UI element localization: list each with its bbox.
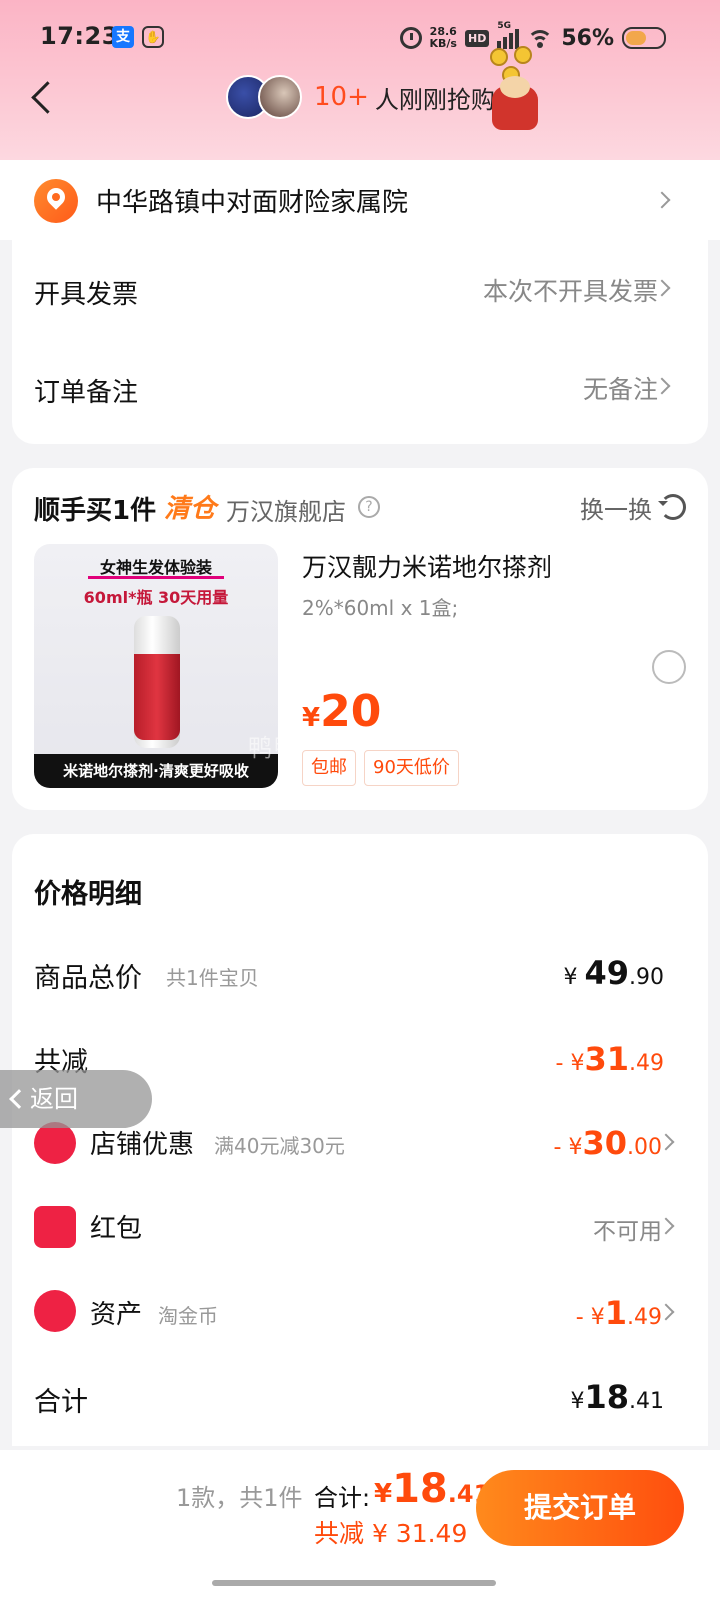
- net-speed: 28.6 KB/s: [430, 26, 457, 50]
- goods-total-amount: ¥ 49.90: [563, 954, 664, 992]
- network-type: 5G: [497, 21, 511, 31]
- assets-label: 资产: [90, 1300, 143, 1330]
- upsell-title: 顺手买1件: [34, 496, 157, 526]
- red-packet-label: 红包: [90, 1214, 143, 1244]
- price-detail-card: 价格明细 商品总价 共1件宝贝 ¥ 49.90 共减 - ¥31.49 店铺优惠…: [12, 834, 708, 1446]
- product-name[interactable]: 万汉靓力米诺地尔搽剂: [302, 548, 552, 584]
- help-icon[interactable]: ?: [358, 496, 380, 518]
- floating-back-button[interactable]: 返回: [0, 1070, 152, 1128]
- total-label: 合计:: [314, 1484, 371, 1512]
- red-packet-value: 不可用: [593, 1219, 662, 1245]
- shop-discount-amount: - ¥30.00: [553, 1124, 662, 1162]
- avatar: [258, 75, 302, 119]
- buyers-count: 10+: [314, 82, 369, 112]
- product-spec: 2%*60ml x 1盒;: [302, 596, 459, 620]
- saved-amount: 共减 ¥ 31.49: [314, 1519, 468, 1548]
- order-options-card: 开具发票 本次不开具发票 订单备注 无备注: [12, 240, 708, 444]
- checkout-bar: 1款，共1件 合计: ¥18.41 共减 ¥ 31.49 提交订单: [0, 1450, 720, 1600]
- battery-icon: [622, 27, 666, 49]
- address-text: 中华路镇中对面财险家属院: [96, 188, 409, 218]
- invoice-label: 开具发票: [34, 280, 139, 310]
- goods-count: 共1件宝贝: [166, 966, 259, 990]
- shop-discount-label: 店铺优惠: [90, 1130, 195, 1160]
- back-button[interactable]: [24, 78, 64, 118]
- net-speed-unit: KB/s: [429, 37, 457, 50]
- hd-icon: HD: [464, 29, 490, 47]
- wifi-icon: [527, 28, 554, 48]
- submit-order-button[interactable]: 提交订单: [476, 1470, 684, 1546]
- low-price-badge: 90天低价: [364, 750, 459, 786]
- sum-label: 合计: [34, 1387, 88, 1418]
- select-radio[interactable]: [652, 650, 686, 684]
- total-amount: ¥18.41: [374, 1466, 491, 1512]
- address-bar[interactable]: 中华路镇中对面财险家属院: [0, 160, 720, 240]
- image-title: 女神生发体验装: [99, 558, 212, 577]
- item-count: 1款，共1件: [176, 1484, 303, 1512]
- upsell-card: 顺手买1件 清仓 万汉旗舰店 ? 换一换 女神生发体验装 60ml*瓶 30天用…: [12, 468, 708, 810]
- status-time: 17:23: [40, 22, 119, 50]
- battery-percent: 56%: [561, 25, 614, 51]
- invoice-value: 本次不开具发票: [482, 277, 658, 306]
- remark-label: 订单备注: [34, 378, 139, 408]
- price-detail-title: 价格明细: [34, 879, 142, 910]
- hand-icon: ✋: [142, 26, 164, 48]
- home-indicator[interactable]: [212, 1580, 496, 1586]
- tag-icon: [34, 1290, 76, 1332]
- status-bar: 17:23 支 ✋ 28.6 KB/s HD 5G 56%: [0, 18, 720, 58]
- shop-discount-rule: 满40元减30元: [214, 1134, 345, 1158]
- recent-buyers: 10+ 人刚刚抢购: [226, 72, 495, 122]
- sum-amount: ¥18.41: [570, 1378, 664, 1416]
- chevron-right-icon: [653, 191, 671, 209]
- red-packet-icon: [34, 1206, 76, 1248]
- location-pin-icon: [34, 179, 78, 223]
- buyers-text: 人刚刚抢购: [374, 85, 495, 114]
- goods-total-label: 商品总价: [34, 963, 142, 994]
- discount-amount: - ¥31.49: [555, 1040, 664, 1078]
- fortune-mascot-icon: [484, 46, 546, 132]
- refresh-icon[interactable]: [658, 494, 686, 520]
- header: 17:23 支 ✋ 28.6 KB/s HD 5G 56% 10+ 人刚刚抢购: [0, 0, 720, 160]
- assets-amount: - ¥1.49: [575, 1294, 662, 1332]
- alipay-icon: 支: [112, 26, 134, 48]
- clearance-tag: 清仓: [164, 494, 217, 524]
- alarm-icon: [399, 27, 422, 49]
- remark-value: 无备注: [582, 375, 658, 404]
- shop-name[interactable]: 万汉旗舰店: [226, 492, 346, 527]
- bottle-image: [134, 616, 180, 748]
- image-subtitle: 60ml*瓶 30天用量: [83, 588, 229, 607]
- swap-button[interactable]: 换一换: [580, 490, 652, 525]
- image-banner: 米诺地尔搽剂·清爽更好吸收: [34, 754, 278, 788]
- free-shipping-badge: 包邮: [302, 750, 356, 786]
- product-image[interactable]: 女神生发体验装 60ml*瓶 30天用量 米诺地尔搽剂·清爽更好吸收: [34, 544, 278, 788]
- assets-sub: 淘金币: [158, 1304, 218, 1328]
- shop-coupon-icon: [34, 1122, 76, 1164]
